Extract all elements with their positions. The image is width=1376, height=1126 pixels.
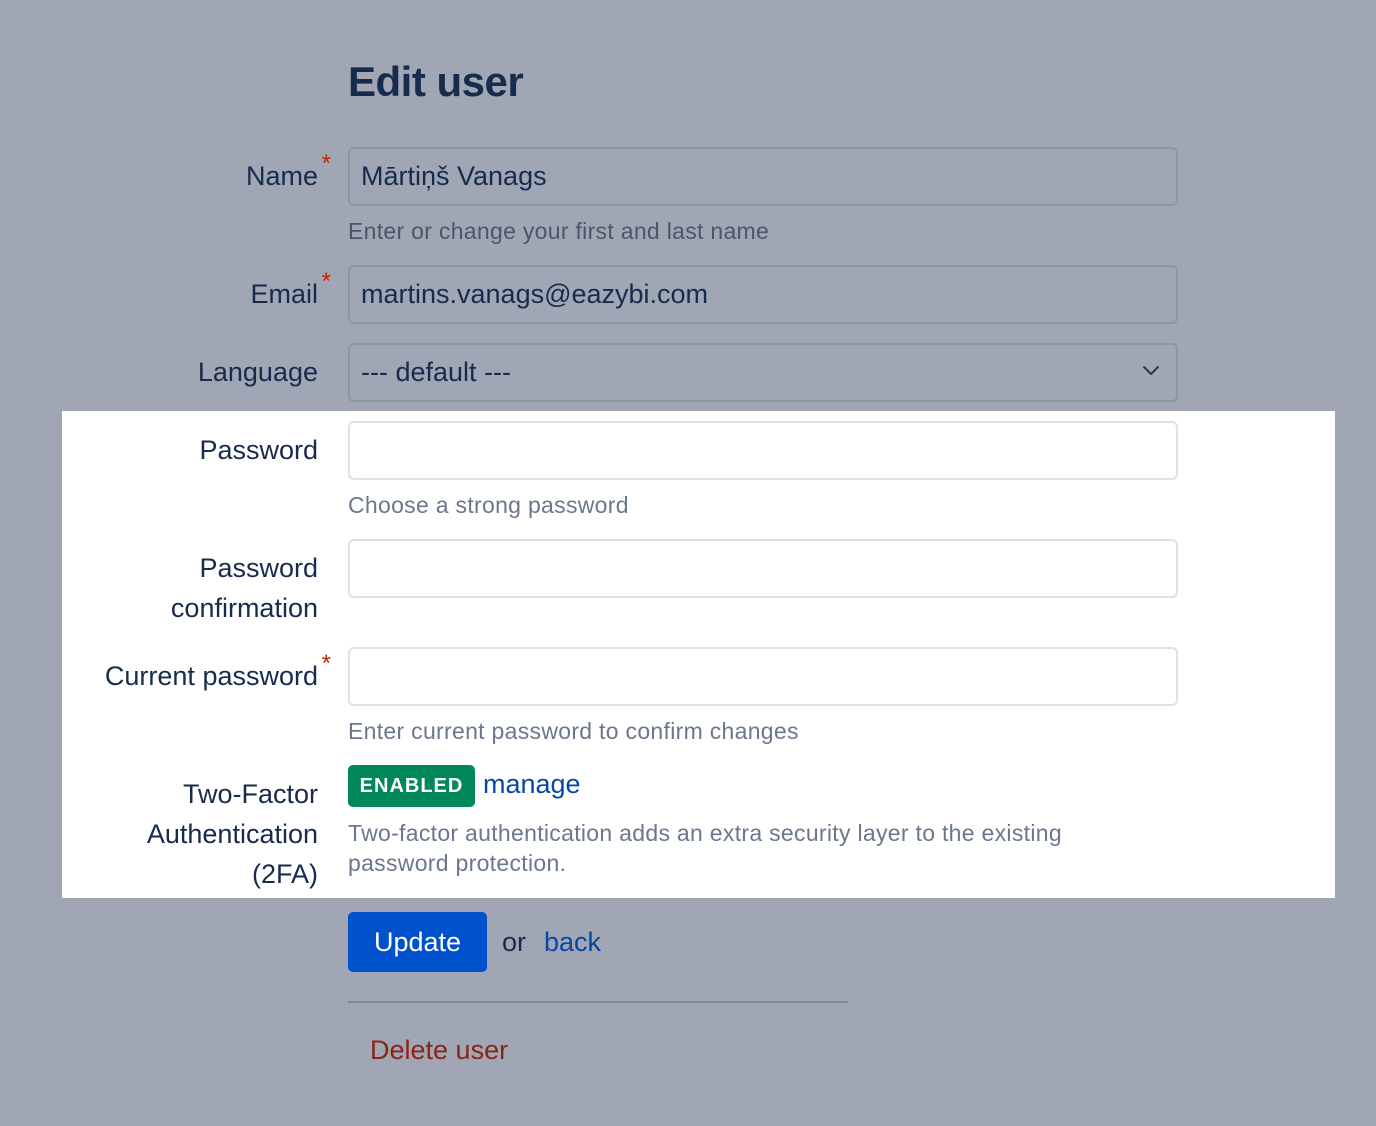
- current-password-help-text: Enter current password to confirm change…: [348, 718, 799, 744]
- or-text: or: [502, 927, 527, 957]
- chevron-down-icon: [1143, 366, 1159, 375]
- email-required-mark: *: [321, 268, 331, 295]
- email-label: Email *: [250, 270, 331, 314]
- page-title: Edit user: [348, 58, 524, 105]
- password-confirmation-label-line2: confirmation: [170, 593, 318, 623]
- password-label: Password: [199, 435, 318, 465]
- current-password-required-mark: *: [321, 650, 331, 677]
- two-factor-help-line2: password protection.: [348, 850, 567, 876]
- password-confirmation-label-line1: Password: [199, 553, 318, 583]
- two-factor-label-line2: Authentication: [146, 819, 318, 849]
- delete-user-link[interactable]: Delete user: [370, 1030, 508, 1070]
- current-password-label-text: Current password: [104, 661, 318, 691]
- two-factor-label-line1: Two-Factor: [182, 779, 318, 809]
- two-factor-manage-link[interactable]: manage: [483, 766, 581, 802]
- two-factor-help-line1: Two-factor authentication adds an extra …: [348, 820, 1062, 846]
- two-factor-label: Two-Factor Authentication (2FA): [147, 774, 318, 894]
- password-confirmation-input[interactable]: [348, 539, 1178, 598]
- password-input[interactable]: [348, 421, 1178, 480]
- password-help-text: Choose a strong password: [348, 492, 629, 518]
- name-label: Name *: [245, 152, 331, 196]
- language-selected-value: --- default ---: [361, 357, 512, 387]
- name-required-mark: *: [321, 150, 331, 177]
- language-select[interactable]: --- default ---: [348, 343, 1178, 402]
- email-label-text: Email: [250, 279, 318, 309]
- two-factor-status-badge: ENABLED: [348, 765, 475, 807]
- name-label-text: Name: [245, 161, 318, 191]
- back-link[interactable]: back: [544, 922, 601, 962]
- current-password-input[interactable]: [348, 647, 1178, 706]
- email-input[interactable]: [348, 265, 1178, 324]
- language-label: Language: [197, 357, 318, 387]
- name-input[interactable]: [348, 147, 1178, 206]
- two-factor-label-line3: (2FA): [251, 859, 318, 889]
- name-help-text: Enter or change your first and last name: [348, 218, 770, 244]
- update-button[interactable]: Update: [348, 912, 487, 972]
- password-confirmation-label: Password confirmation: [171, 548, 318, 628]
- two-factor-help-text: Two-factor authentication adds an extra …: [348, 818, 1062, 878]
- divider: [348, 1001, 848, 1003]
- current-password-label: Current password *: [104, 652, 331, 696]
